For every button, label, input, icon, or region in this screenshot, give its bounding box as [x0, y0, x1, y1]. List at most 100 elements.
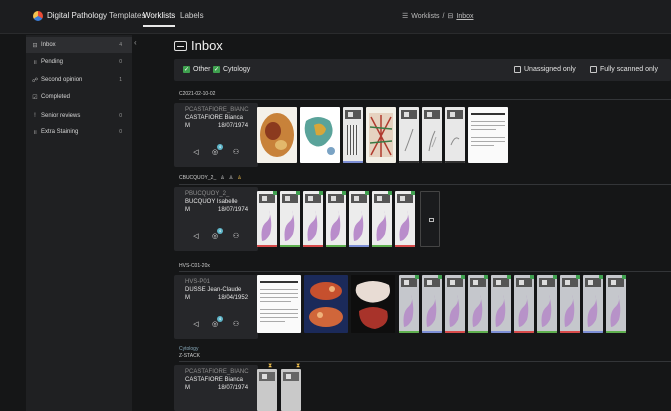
send-icon[interactable]: ◁: [188, 320, 204, 332]
people-icon[interactable]: ⚇: [228, 148, 244, 160]
stain-bar: [445, 331, 465, 333]
sidebar-item-senior-reviews[interactable]: ! Senior reviews 0: [26, 108, 132, 124]
case-card[interactable]: PBUCQUOY_2_ BUCQUOY Isabelle M 18/07/197…: [174, 187, 258, 251]
macro-image-thumbnail[interactable]: [300, 107, 340, 163]
send-icon[interactable]: ◁: [188, 148, 204, 160]
checkbox-checked-icon[interactable]: ✓: [183, 66, 190, 73]
user-icon[interactable]: ♙: [229, 175, 233, 181]
slide-thumbnail[interactable]: [537, 275, 557, 333]
checkbox-checked-icon[interactable]: ✓: [213, 66, 220, 73]
doc-heading-line: [260, 281, 298, 283]
filter-bar: ✓ Other ✓ Cytology Unassigned only Fully…: [174, 59, 671, 81]
filter-other[interactable]: ✓ Other: [183, 66, 211, 73]
filter-cytology[interactable]: ✓ Cytology: [213, 66, 250, 73]
tissue-photo: [355, 281, 390, 329]
macro-image-thumbnail[interactable]: [304, 275, 348, 333]
slide-label: [424, 110, 440, 119]
people-icon[interactable]: ⚇: [228, 232, 244, 244]
tray-icon: [174, 40, 187, 51]
slide-thumbnail[interactable]: [372, 191, 392, 247]
app-title[interactable]: Digital Pathology: [47, 11, 107, 20]
patient-dob: 18/07/1974: [218, 385, 249, 391]
slide-thumbnail[interactable]: [606, 275, 626, 333]
slide-label: [282, 194, 298, 203]
slide-thumbnail[interactable]: [399, 275, 419, 333]
send-icon[interactable]: ◁: [188, 232, 204, 244]
slide-thumbnail[interactable]: [583, 275, 603, 333]
missing-slide-placeholder[interactable]: [420, 191, 440, 247]
case-card[interactable]: PCASTAFIORE_BIANC CASTAFIORE Bianca M 18…: [174, 103, 258, 167]
checkbox-icon[interactable]: [590, 66, 597, 73]
breadcrumb-inbox[interactable]: Inbox: [456, 13, 473, 20]
case-id: HVS-P01: [185, 279, 211, 285]
histology-photo: [369, 113, 393, 157]
slide-thumbnail[interactable]: [326, 191, 346, 247]
nav-worklists[interactable]: Worklists: [143, 11, 176, 27]
slide-label: [259, 372, 275, 381]
pin-icon[interactable]: ⧗: [268, 363, 272, 370]
nav-labels[interactable]: Labels: [180, 11, 204, 20]
breadcrumb-separator: /: [442, 12, 445, 20]
breadcrumb-worklists[interactable]: Worklists: [411, 13, 439, 20]
slide-thumbnail[interactable]: [395, 191, 415, 247]
sidebar-item-extra-staining[interactable]: ॥ Extra Staining 0: [26, 124, 132, 140]
patient-name: BUCQUOY Isabelle: [185, 199, 238, 205]
case-card[interactable]: PCASTAFIORE_BIANC CASTAFIORE Bianca M 18…: [174, 365, 258, 411]
slide-label: [470, 278, 486, 287]
people-icon[interactable]: ⚇: [228, 320, 244, 332]
collapse-sidebar-icon[interactable]: ‹: [134, 38, 137, 47]
slide-tissue: [518, 294, 529, 327]
slide-thumbnail[interactable]: [257, 191, 277, 247]
document-thumbnail[interactable]: [257, 275, 301, 333]
doc-line: [471, 121, 505, 122]
comment-icon[interactable]: ◎ 4: [207, 316, 223, 332]
slide-thumbnail[interactable]: [303, 191, 323, 247]
scanned-check-icon: [484, 275, 488, 279]
slide-thumbnail[interactable]: [281, 369, 301, 411]
doc-line: [260, 293, 298, 294]
slide-thumbnail[interactable]: [445, 275, 465, 333]
stain-bar: [537, 331, 557, 333]
doc-line: [471, 145, 494, 146]
slide-thumbnail[interactable]: [491, 275, 511, 333]
sidebar-item-second-opinion[interactable]: ☍ Second opinion 1: [26, 72, 132, 88]
checkbox-icon[interactable]: [514, 66, 521, 73]
nav-templates[interactable]: Templates: [109, 11, 145, 20]
slide-label: [562, 278, 578, 287]
slide-thumbnail[interactable]: [422, 107, 442, 163]
filter-fully-scanned-only[interactable]: Fully scanned only: [590, 66, 658, 73]
slide-label: [493, 278, 509, 287]
slide-thumbnail[interactable]: [349, 191, 369, 247]
slide-label: [539, 278, 555, 287]
slide-thumbnail[interactable]: [468, 275, 488, 333]
stain-bar: [560, 331, 580, 333]
slide-label: [328, 194, 344, 203]
case-divider: [179, 271, 671, 272]
sidebar-item-pending[interactable]: ॥ Pending 0: [26, 54, 132, 70]
comment-icon[interactable]: ◎ 4: [207, 228, 223, 244]
slide-thumbnail[interactable]: [399, 107, 419, 163]
document-thumbnail[interactable]: [468, 107, 508, 163]
slide-thumbnail[interactable]: [280, 191, 300, 247]
slide-label: [259, 194, 275, 203]
comment-icon[interactable]: ◎ 4: [207, 144, 223, 160]
slide-thumbnail[interactable]: [514, 275, 534, 333]
stain-bar: [399, 331, 419, 333]
pin-icon[interactable]: ⧗: [296, 363, 300, 370]
slide-thumbnail[interactable]: [422, 275, 442, 333]
user-flag-icon[interactable]: ♙: [237, 175, 241, 181]
macro-image-thumbnail[interactable]: [351, 275, 395, 333]
stain-bar: [422, 161, 442, 163]
sidebar-item-inbox[interactable]: ⊟ Inbox 4: [26, 37, 132, 53]
tray-icon: ⊟: [447, 13, 454, 20]
macro-image-thumbnail[interactable]: [366, 107, 396, 163]
slide-thumbnail[interactable]: [343, 107, 363, 163]
slide-thumbnail[interactable]: [257, 369, 277, 411]
macro-image-thumbnail[interactable]: [257, 107, 297, 163]
sidebar-item-completed[interactable]: ☑ Completed: [26, 89, 132, 105]
user-icon[interactable]: ♙: [220, 175, 224, 181]
filter-unassigned-only[interactable]: Unassigned only: [514, 66, 576, 73]
slide-thumbnail[interactable]: [560, 275, 580, 333]
case-card[interactable]: HVS-P01 DUSSE Jean-Claude M 18/04/1952 ◁…: [174, 275, 258, 339]
slide-thumbnail[interactable]: [445, 107, 465, 163]
